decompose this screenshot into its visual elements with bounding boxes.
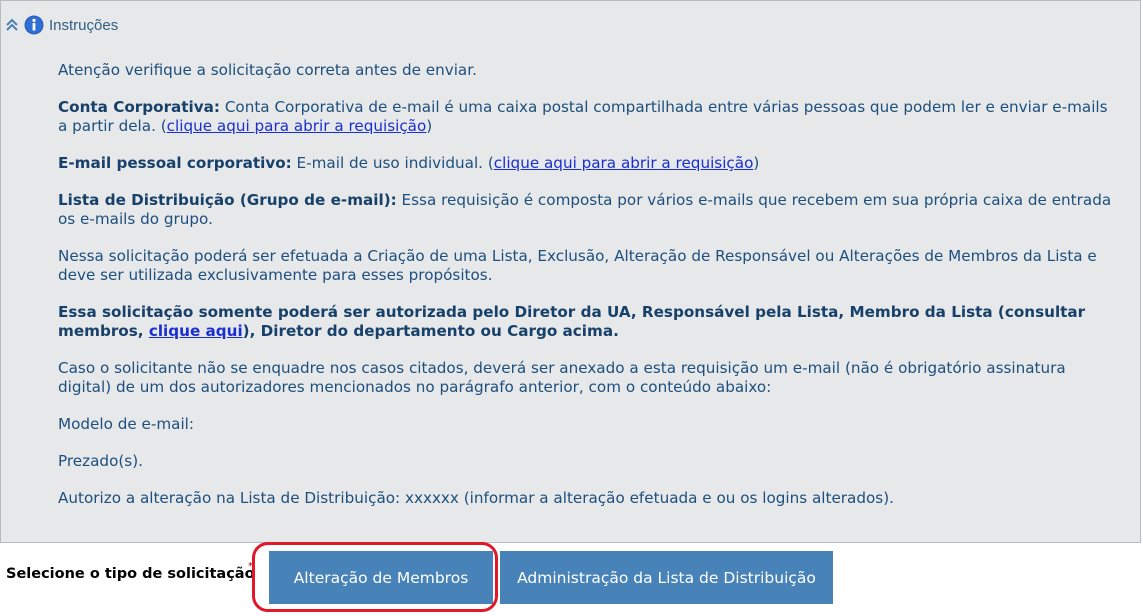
instruction-email-model: Modelo de e-mail: — [58, 415, 195, 433]
authorization-text-end: ), Diretor do departamento ou Cargo acim… — [242, 322, 619, 340]
corporate-account-request-link[interactable]: clique aqui para abrir a requisição — [167, 117, 427, 135]
paren-close: ) — [426, 117, 433, 135]
instruction-corporate-account: Conta Corporativa: Conta Corporativa de … — [58, 98, 1118, 136]
instruction-distribution-list: Lista de Distribuição (Grupo de e-mail):… — [58, 191, 1118, 229]
list-administration-button[interactable]: Administração da Lista de Distribuição — [500, 551, 833, 604]
personal-email-request-link[interactable]: clique aqui para abrir a requisição — [494, 154, 754, 172]
instruction-personal-email: E-mail pessoal corporativo: E-mail de us… — [58, 154, 1118, 173]
double-chevron-up-icon[interactable] — [5, 17, 19, 33]
paren-close: ) — [753, 154, 760, 172]
corporate-account-term: Conta Corporativa: — [58, 98, 220, 116]
personal-email-term: E-mail pessoal corporativo: — [58, 154, 292, 172]
instructions-panel: Instruções Atenção verifique a solicitaç… — [0, 0, 1141, 543]
instruction-authorization: Essa solicitação somente poderá ser auto… — [58, 303, 1118, 341]
instructions-text: Atenção verifique a solicitação correta … — [58, 61, 1118, 526]
info-icon — [24, 15, 44, 35]
instruction-authorize-text: Autorizo a alteração na Lista de Distrib… — [58, 489, 894, 507]
request-type-label: Selecione o tipo de solicitação — [6, 566, 255, 582]
panel-title: Instruções — [49, 16, 119, 34]
instruction-attention: Atenção verifique a solicitação correta … — [58, 61, 477, 79]
instruction-greeting: Prezado(s). — [58, 452, 143, 470]
instruction-request-scope: Nessa solicitação poderá ser efetuada a … — [58, 247, 1097, 284]
panel-header: Instruções — [5, 14, 118, 36]
consult-members-link[interactable]: clique aqui — [149, 322, 243, 340]
instruction-attachment: Caso o solicitante não se enquadre nos c… — [58, 359, 1066, 396]
required-asterisk: * — [248, 561, 253, 572]
personal-email-description: E-mail de uso individual. ( — [291, 154, 494, 172]
members-change-button[interactable]: Alteração de Membros — [269, 551, 493, 604]
distribution-list-term: Lista de Distribuição (Grupo de e-mail): — [58, 191, 397, 209]
